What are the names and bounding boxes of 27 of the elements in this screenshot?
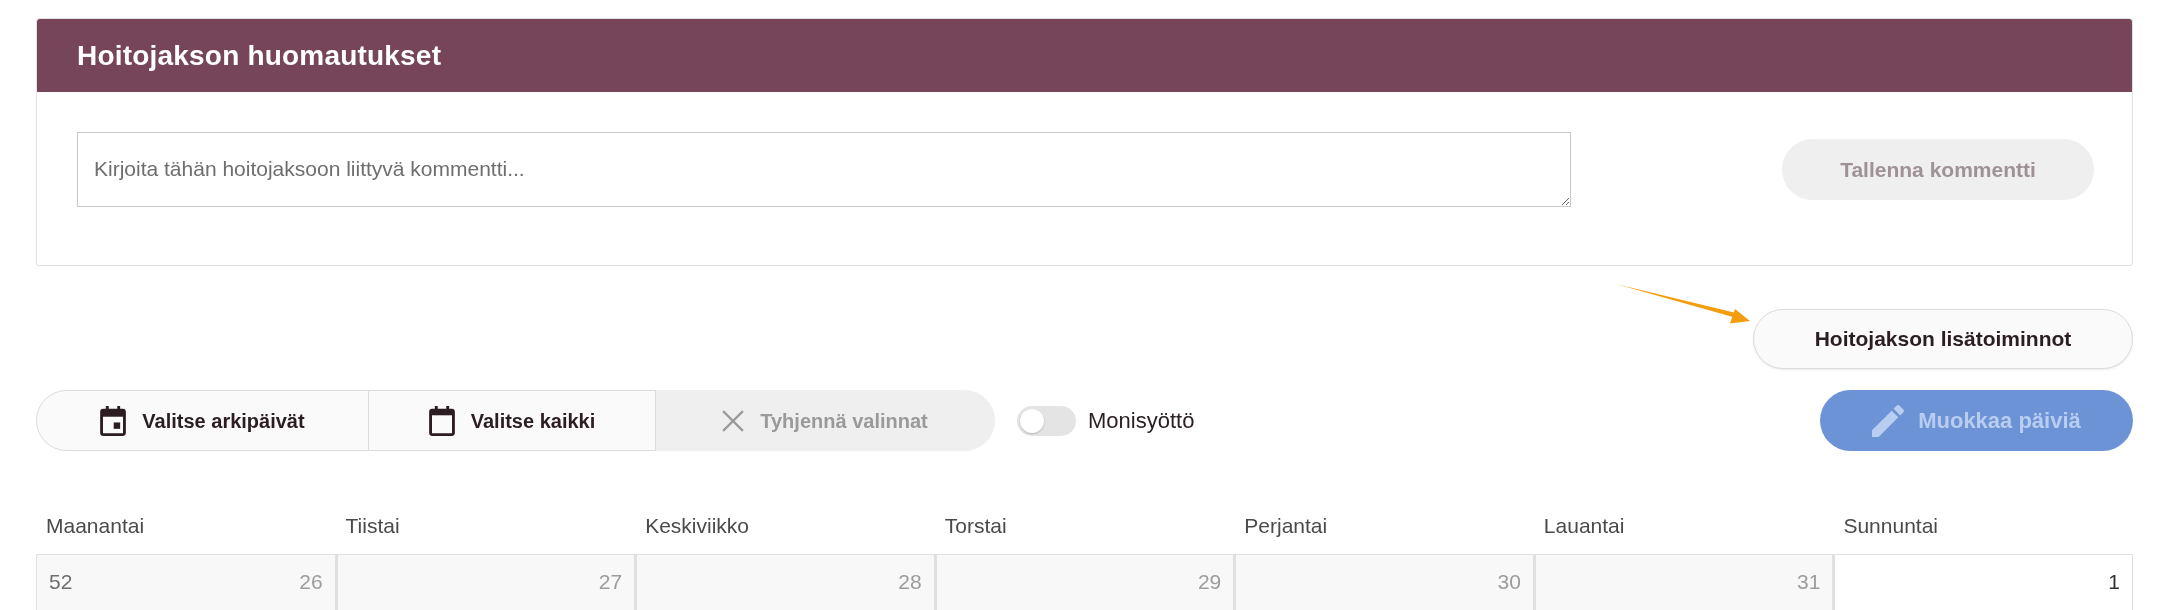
card-title: Hoitojakson huomautukset [77,38,442,73]
weekday-label: Maanantai [46,513,145,538]
comment-field[interactable]: Kirjoita tähän hoitojaksoon liittyvä kommentti... [77,132,1571,207]
day-number: 29 [1197,569,1222,594]
toggle-switch[interactable] [1017,405,1076,436]
calendar-icon [428,405,455,436]
calendar-day-icon [100,405,127,436]
day-number: 28 [898,569,922,594]
day-cell[interactable]: 1 [1833,554,2133,610]
selection-button[interactable]: Valitse arkipäivät [36,390,369,451]
day-number: 30 [1497,569,1521,594]
weekday-label: Perjantai [1244,513,1328,538]
weekday-label: Keskiviikko [645,513,749,538]
weekday-label: Sunnuntai [1843,513,1938,538]
day-number: 27 [598,569,623,594]
weekday-label: Torstai [944,513,1007,538]
close-icon [722,409,745,432]
selection-button[interactable]: Valitse kaikki [369,390,656,451]
weekday-label: Tiistai [345,513,400,538]
toggle-label: Monisyöttö [1088,407,1195,435]
weekday-label: Lauantai [1543,513,1625,538]
day-number: 1 [2108,569,2120,594]
day-number: 31 [1797,569,1821,594]
period-actions-button[interactable]: Hoitojakson lisätoiminnot [1753,309,2133,369]
pencil-icon [1872,404,1905,437]
day-number: 26 [299,569,323,594]
week-number: 52 [49,569,73,594]
